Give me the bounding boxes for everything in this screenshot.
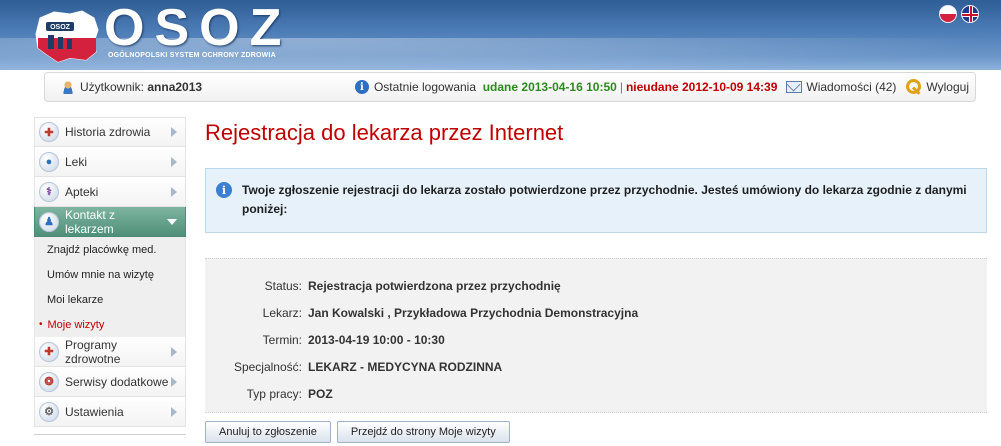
pharmacy-icon: ⚕ [39,181,59,202]
sidebar-item-label: Leki [65,154,88,169]
main-content: Rejestracja do lekarza przez Internet i … [205,108,987,443]
messages-link[interactable]: Wiadomości (42) [806,80,896,94]
sidebar-subnav: Znajdź placówkę med. Umów mnie na wizytę… [34,237,186,337]
health-history-icon: ✚ [39,122,59,142]
logout-link[interactable]: Wyloguj [926,80,969,94]
username: anna2013 [147,80,203,94]
sidebar-item-serwisy-dodatkowe[interactable]: ❂ Serwisy dodatkowe [34,367,186,397]
info-message-box: i Twoje zgłoszenie rejestracji do lekarz… [205,168,987,233]
chevron-right-icon [171,346,177,357]
flag-uk-icon[interactable] [961,5,979,23]
appointment-details: Status: Rejestracja potwierdzona przez p… [205,258,987,413]
health-programs-icon: ✚ [39,341,59,362]
detail-label: Lekarz: [262,305,302,320]
user-icon [61,80,75,94]
logo-map-label: OSOZ [50,24,71,31]
key-icon[interactable] [906,79,922,95]
sidebar-divider [34,427,186,435]
detail-value: LEKARZ - MEDYCYNA RODZINNA [308,359,503,374]
sidebar-item-label: Kontakt z lekarzem [65,207,116,236]
sidebar-item-label: Apteki [65,184,99,199]
success-login-time: 2013-04-16 10:50 [521,80,617,94]
chevron-right-icon [171,376,177,387]
detail-label: Specjalność: [233,359,302,374]
user-bar: Użytkownik: anna2013 i Ostatnie logowani… [44,72,976,102]
sidebar-item-ustawienia[interactable]: ⚙ Ustawienia [34,397,186,427]
extra-services-icon: ❂ [39,371,59,392]
login-separator: | [619,80,623,94]
poland-map-logo-icon[interactable]: OSOZ [30,8,102,64]
sidebar-item-label: Serwisy dodatkowe [65,374,169,389]
mail-icon[interactable] [786,81,803,93]
doctor-icon: ♟ [39,211,59,232]
success-login-label: udane [482,80,519,94]
detail-label: Typ pracy: [246,386,302,401]
go-to-my-visits-button[interactable]: Przejdź do strony Moje wizyty [336,421,510,443]
detail-value: Jan Kowalski , Przykładowa Przychodnia D… [308,305,639,320]
header-banner: OSOZ OSOZ OGÓLNOPOLSKI SYSTEM OCHRONY ZD… [0,0,1001,70]
subnav-item-umow-wizyte[interactable]: Umów mnie na wizytę [35,262,185,287]
sidebar-item-label: Ustawienia [65,404,124,419]
detail-value: POZ [308,386,333,401]
chevron-right-icon [171,186,177,197]
sidebar-item-label: Programy zdrowotne [65,337,121,366]
logo-subtitle: OGÓLNOPOLSKI SYSTEM OCHRONY ZDROWIA [108,52,276,59]
detail-label: Termin: [262,332,302,347]
sidebar-item-leki[interactable]: ● Leki [34,147,186,177]
detail-row-status: Status: Rejestracja potwierdzona przez p… [205,272,987,299]
subnav-item-moi-lekarze[interactable]: Moi lekarze [35,287,185,312]
user-label: Użytkownik: [80,80,145,94]
detail-value: 2013-04-19 10:00 - 10:30 [308,332,445,347]
flag-pl-icon[interactable] [939,5,957,23]
chevron-down-icon [167,218,177,225]
last-login-label: Ostatnie logowania [373,80,477,94]
sidebar: ✚ Historia zdrowia ● Leki ⚕ Apteki ♟ Kon… [34,117,186,435]
subnav-item-znajdz-placowke[interactable]: Znajdź placówkę med. [35,237,185,262]
detail-row-specialty: Specjalność: LEKARZ - MEDYCYNA RODZINNA [205,353,987,380]
page-title: Rejestracja do lekarza przez Internet [205,120,564,145]
info-icon: i [216,182,232,198]
detail-row-term: Termin: 2013-04-19 10:00 - 10:30 [205,326,987,353]
sidebar-item-apteki[interactable]: ⚕ Apteki [34,177,186,207]
logo-text: OSOZ [104,0,292,57]
sidebar-item-programy-zdrowotne[interactable]: ✚ Programy zdrowotne [34,337,186,367]
detail-label: Status: [264,278,302,293]
info-message: Twoje zgłoszenie rejestracji do lekarza … [242,183,967,216]
chevron-right-icon [171,127,177,137]
detail-row-doctor: Lekarz: Jan Kowalski , Przykładowa Przyc… [205,299,987,326]
language-switcher [939,5,979,23]
sidebar-item-label: Historia zdrowia [65,125,151,139]
subnav-item-moje-wizyty[interactable]: Moje wizyty [35,312,185,337]
cancel-registration-button[interactable]: Anuluj to zgłoszenie [205,421,331,443]
info-icon: i [354,80,369,94]
chevron-right-icon [171,156,177,167]
sidebar-item-kontakt-z-lekarzem[interactable]: ♟ Kontakt z lekarzem [34,207,186,237]
failed-login-time: 2012-10-09 14:39 [681,80,778,94]
settings-icon: ⚙ [39,401,59,422]
detail-value: Rejestracja potwierdzona przez przychodn… [308,278,561,293]
failed-login-label: nieudane [625,80,679,94]
detail-row-work-type: Typ pracy: POZ [205,380,987,407]
chevron-right-icon [171,406,177,417]
sidebar-item-historia-zdrowia[interactable]: ✚ Historia zdrowia [34,117,186,147]
pills-icon: ● [39,151,59,172]
action-buttons: Anuluj to zgłoszenie Przejdź do strony M… [205,421,987,443]
